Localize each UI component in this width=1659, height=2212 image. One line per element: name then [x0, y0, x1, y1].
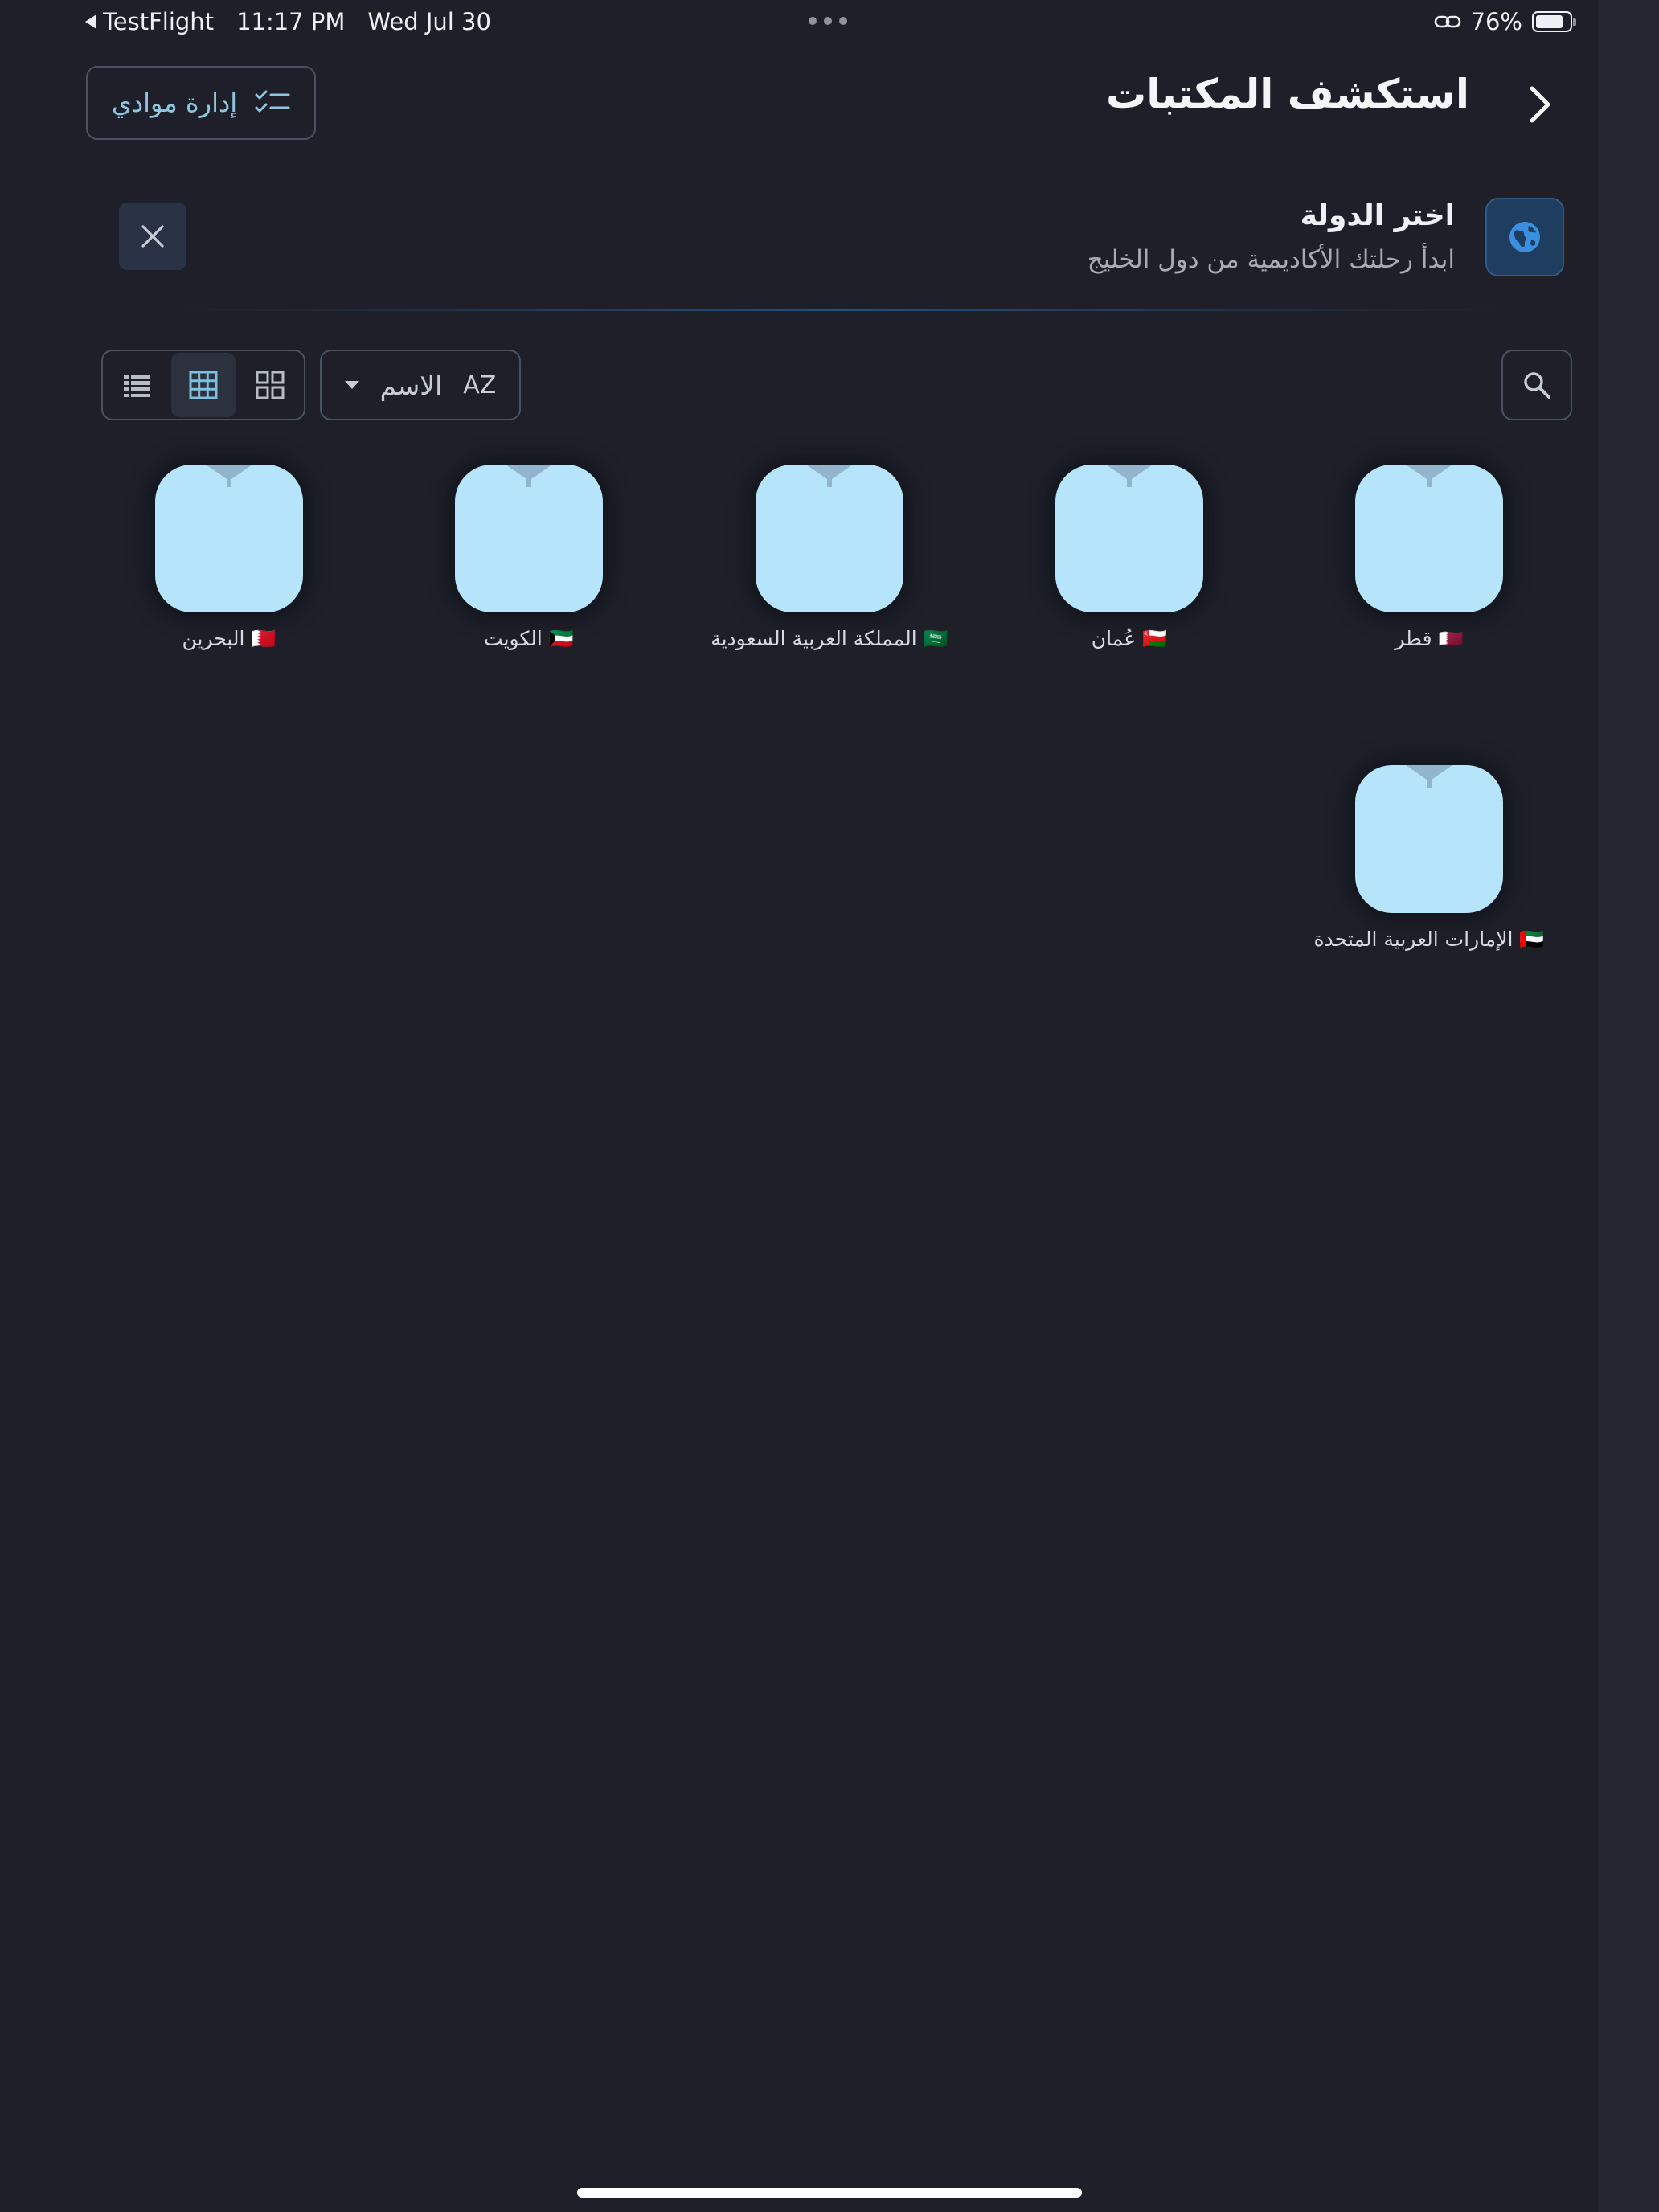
- close-banner-button[interactable]: [119, 203, 186, 270]
- country-tile-qatar[interactable]: 🇶🇦 قطر: [1292, 465, 1566, 674]
- search-button[interactable]: [1501, 350, 1572, 420]
- list-view-icon: [124, 375, 150, 397]
- back-triangle-icon: [85, 14, 96, 29]
- country-flag: 🇧🇭: [251, 627, 276, 650]
- country-folder-icon: [756, 465, 903, 612]
- country-tile-oman[interactable]: 🇴🇲 عُمان: [993, 465, 1266, 674]
- manage-materials-button[interactable]: إدارة موادي: [86, 66, 316, 140]
- banner-subtitle: ابدأ رحلتك الأكاديمية من دول الخليج: [1087, 245, 1455, 274]
- status-date: Wed Jul 30: [367, 8, 491, 35]
- country-folder-icon: [155, 465, 303, 612]
- sort-az-icon: AZ: [463, 371, 497, 399]
- view-grid-button[interactable]: [237, 353, 302, 417]
- status-time: 11:17 PM: [236, 8, 346, 35]
- chevron-right-icon[interactable]: [1522, 82, 1558, 127]
- country-label: 🇸🇦 المملكة العربية السعودية: [693, 627, 966, 651]
- globe-icon: [1509, 222, 1540, 252]
- side-panel-edge: [1598, 0, 1659, 2212]
- close-icon: [141, 225, 164, 248]
- home-indicator[interactable]: [577, 2188, 1082, 2198]
- status-bar-left: TestFlight 11:17 PM Wed Jul 30: [85, 8, 491, 35]
- country-folder-icon: [455, 465, 603, 612]
- country-folder-icon: [1355, 765, 1503, 913]
- country-tile-saudi-arabia[interactable]: 🇸🇦 المملكة العربية السعودية: [693, 465, 966, 674]
- status-bar-right: 76%: [1434, 8, 1576, 35]
- country-label: 🇦🇪 الإمارات العربية المتحدة: [1292, 928, 1566, 952]
- country-tile-kuwait[interactable]: 🇰🇼 الكويت: [392, 465, 666, 674]
- country-flag: 🇸🇦: [923, 627, 948, 650]
- multitasking-dots-icon[interactable]: [809, 17, 847, 25]
- battery-icon: [1532, 11, 1576, 32]
- back-app-label: TestFlight: [103, 8, 215, 35]
- country-name: البحرين: [182, 627, 245, 650]
- page-title: استكشف المكتبات: [1106, 71, 1469, 117]
- view-mode-toggle: [101, 350, 305, 420]
- sort-dropdown[interactable]: الاسم AZ: [320, 350, 521, 420]
- checklist-icon: [255, 90, 290, 113]
- country-flag: 🇶🇦: [1438, 627, 1464, 650]
- country-name: قطر: [1395, 627, 1432, 650]
- view-list-button[interactable]: [104, 353, 170, 417]
- status-bar: TestFlight 11:17 PM Wed Jul 30 76%: [0, 0, 1659, 45]
- banner-divider: [177, 309, 1503, 311]
- country-name: الإمارات العربية المتحدة: [1313, 928, 1514, 951]
- country-label: 🇶🇦 قطر: [1292, 627, 1566, 651]
- search-icon: [1524, 372, 1550, 399]
- manage-materials-label: إدارة موادي: [111, 88, 238, 118]
- country-flag: 🇦🇪: [1519, 928, 1545, 951]
- country-name: الكويت: [484, 627, 543, 650]
- country-label: 🇴🇲 عُمان: [993, 627, 1266, 651]
- country-folder-icon: [1355, 465, 1503, 612]
- country-folder-icon: [1055, 465, 1203, 612]
- back-to-app-link[interactable]: TestFlight: [85, 8, 214, 35]
- country-label: 🇧🇭 البحرين: [92, 627, 366, 651]
- battery-percent: 76%: [1470, 8, 1522, 35]
- country-selector-icon-button[interactable]: [1485, 198, 1564, 276]
- table-view-icon: [189, 371, 218, 399]
- chevron-down-icon: [344, 381, 359, 389]
- country-name: عُمان: [1091, 627, 1137, 650]
- country-tile-uae[interactable]: 🇦🇪 الإمارات العربية المتحدة: [1292, 765, 1566, 974]
- country-label: 🇰🇼 الكويت: [392, 627, 666, 651]
- country-tile-bahrain[interactable]: 🇧🇭 البحرين: [92, 465, 366, 674]
- country-flag: 🇴🇲: [1142, 627, 1168, 650]
- view-table-button[interactable]: [170, 353, 236, 417]
- link-icon: [1434, 15, 1460, 28]
- banner-title: اختر الدولة: [1300, 199, 1455, 232]
- grid-view-icon: [256, 371, 285, 399]
- country-name: المملكة العربية السعودية: [711, 627, 917, 650]
- country-flag: 🇰🇼: [548, 627, 574, 650]
- sort-label: الاسم: [379, 369, 443, 401]
